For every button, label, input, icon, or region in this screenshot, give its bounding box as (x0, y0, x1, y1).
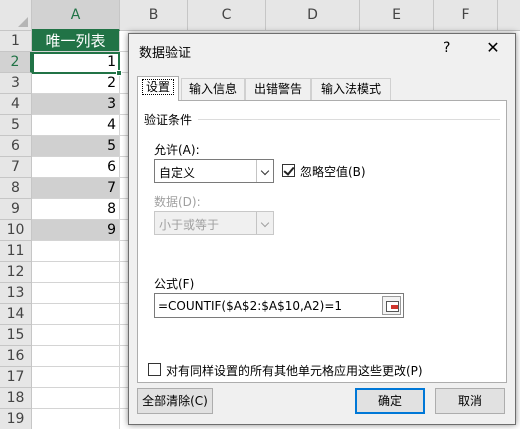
cell-a19[interactable] (32, 409, 120, 429)
chevron-down-icon (256, 212, 273, 234)
tab-ime-mode[interactable]: 输入法模式 (311, 78, 391, 100)
column-header-a[interactable]: A (32, 0, 120, 31)
group-divider (198, 119, 500, 120)
data-validation-dialog: 数据验证 ? ✕ 设置 输入信息 出错警告 输入法模式 验证条件 允许(A): … (128, 33, 516, 425)
allow-dropdown[interactable]: 自定义 (154, 159, 274, 183)
cell-b6[interactable] (120, 136, 128, 157)
apply-all-checkbox[interactable] (148, 363, 161, 376)
cell-a13[interactable] (32, 283, 120, 304)
clear-all-button[interactable]: 全部清除(C) (137, 388, 213, 414)
ignore-blank-label[interactable]: 忽略空值(B) (300, 163, 366, 180)
row-header-3[interactable]: 3 (0, 73, 32, 94)
cell-b10[interactable] (120, 220, 128, 241)
cell-b19[interactable] (120, 409, 128, 429)
cell-a15[interactable] (32, 325, 120, 346)
cell-a4[interactable]: 3 (32, 94, 120, 115)
cell-a3[interactable]: 2 (32, 73, 120, 94)
allow-value: 自定义 (159, 166, 196, 180)
cell-b5[interactable] (120, 115, 128, 136)
cell-b18[interactable] (120, 388, 128, 409)
cell-b17[interactable] (120, 367, 128, 388)
row-header-13[interactable]: 13 (0, 283, 32, 304)
row-header-1[interactable]: 1 (0, 31, 32, 52)
cell-b12[interactable] (120, 262, 128, 283)
cell-b8[interactable] (120, 178, 128, 199)
cell-a7[interactable]: 6 (32, 157, 120, 178)
tab-settings[interactable]: 设置 (137, 76, 179, 101)
cancel-button[interactable]: 取消 (435, 388, 505, 414)
fill-handle[interactable] (116, 70, 122, 76)
cell-a12[interactable] (32, 262, 120, 283)
row-header-4[interactable]: 4 (0, 94, 32, 115)
column-header-e[interactable]: E (360, 0, 434, 31)
data-dropdown[interactable]: 小于或等于 (154, 211, 274, 235)
dialog-title: 数据验证 (139, 46, 192, 61)
cell-a8[interactable]: 7 (32, 178, 120, 199)
formula-value: =COUNTIF($A$2:$A$10,A2)=1 (158, 299, 343, 313)
column-header-b[interactable]: B (120, 0, 188, 31)
ok-button[interactable]: 确定 (355, 388, 425, 414)
row-header-2[interactable]: 2 (0, 52, 32, 73)
row-header-11[interactable]: 11 (0, 241, 32, 262)
help-button[interactable]: ? (443, 40, 450, 56)
row-header-15[interactable]: 15 (0, 325, 32, 346)
row-header-19[interactable]: 19 (0, 409, 32, 429)
cell-b7[interactable] (120, 157, 128, 178)
column-header-overflow (498, 0, 520, 31)
cell-b9[interactable] (120, 199, 128, 220)
cell-a17[interactable] (32, 367, 120, 388)
data-label: 数据(D): (154, 195, 201, 209)
tab-error-alert[interactable]: 出错警告 (245, 78, 311, 100)
range-select-icon[interactable] (382, 296, 401, 315)
row-header-10[interactable]: 10 (0, 220, 32, 241)
row-header-7[interactable]: 7 (0, 157, 32, 178)
settings-panel: 验证条件 允许(A): 自定义 忽略空值(B) 数据(D): 小于或等于 公式(… (137, 100, 507, 383)
cell-a11[interactable] (32, 241, 120, 262)
row-header-18[interactable]: 18 (0, 388, 32, 409)
cell-a5[interactable]: 4 (32, 115, 120, 136)
select-all-corner[interactable] (0, 0, 32, 31)
cell-a10[interactable]: 9 (32, 220, 120, 241)
cell-a6[interactable]: 5 (32, 136, 120, 157)
validation-criteria-title: 验证条件 (144, 113, 193, 127)
cell-a14[interactable] (32, 304, 120, 325)
ignore-blank-checkbox[interactable] (282, 164, 295, 177)
cell-b4[interactable] (120, 94, 128, 115)
cell-b16[interactable] (120, 346, 128, 367)
cell-b14[interactable] (120, 304, 128, 325)
column-header-c[interactable]: C (188, 0, 266, 31)
cell-b15[interactable] (120, 325, 128, 346)
row-header-17[interactable]: 17 (0, 367, 32, 388)
formula-input[interactable]: =COUNTIF($A$2:$A$10,A2)=1 (154, 293, 404, 318)
tab-settings-label: 设置 (141, 79, 174, 95)
row-header-6[interactable]: 6 (0, 136, 32, 157)
tab-input-message[interactable]: 输入信息 (181, 78, 245, 100)
cell-b3[interactable] (120, 73, 128, 94)
formula-label: 公式(F) (154, 277, 195, 291)
row-header-9[interactable]: 9 (0, 199, 32, 220)
cell-a18[interactable] (32, 388, 120, 409)
cell-b13[interactable] (120, 283, 128, 304)
row-header-8[interactable]: 8 (0, 178, 32, 199)
allow-label: 允许(A): (154, 143, 200, 157)
data-value: 小于或等于 (159, 218, 220, 232)
cell-a16[interactable] (32, 346, 120, 367)
apply-all-label[interactable]: 对有同样设置的所有其他单元格应用这些更改(P) (166, 362, 423, 379)
column-header-f[interactable]: F (434, 0, 498, 31)
row-header-5[interactable]: 5 (0, 115, 32, 136)
cell-a1-header[interactable]: 唯一列表 (32, 31, 120, 52)
cell-a9[interactable]: 8 (32, 199, 120, 220)
column-header-d[interactable]: D (266, 0, 360, 31)
row-header-14[interactable]: 14 (0, 304, 32, 325)
row-header-16[interactable]: 16 (0, 346, 32, 367)
chevron-down-icon (256, 160, 273, 182)
cell-a2[interactable]: 1 (32, 52, 120, 73)
close-icon: ✕ (486, 38, 500, 57)
close-button[interactable]: ✕ (479, 36, 507, 60)
cell-b11[interactable] (120, 241, 128, 262)
row-header-12[interactable]: 12 (0, 262, 32, 283)
cell-b1[interactable] (120, 31, 128, 52)
